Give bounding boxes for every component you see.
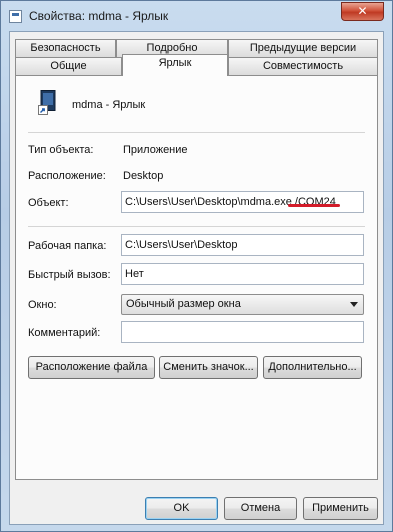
location-value: Desktop bbox=[123, 170, 164, 182]
run-label: Окно: bbox=[28, 299, 57, 311]
location-label: Расположение: bbox=[28, 170, 106, 182]
window-icon bbox=[9, 10, 22, 23]
target-label: Объект: bbox=[28, 197, 69, 209]
target-input[interactable]: C:\Users\User\Desktop\mdma.exe /COM24 bbox=[121, 191, 364, 213]
window-title: Свойства: mdma - Ярлык bbox=[29, 9, 169, 23]
properties-window: Свойства: mdma - Ярлык ✕ Безопасность По… bbox=[0, 0, 393, 532]
shortcut-tab-panel: mdma - Ярлык Тип объекта: Приложение Рас… bbox=[15, 75, 378, 480]
separator bbox=[28, 226, 365, 227]
hotkey-input[interactable]: Нет bbox=[121, 263, 364, 285]
shortcut-name: mdma - Ярлык bbox=[72, 99, 146, 111]
start-in-label: Рабочая папка: bbox=[28, 240, 107, 252]
object-type-label: Тип объекта: bbox=[28, 144, 94, 156]
tab-security[interactable]: Безопасность bbox=[15, 39, 116, 57]
separator bbox=[28, 132, 365, 133]
tab-compatibility[interactable]: Совместимость bbox=[228, 57, 378, 75]
dialog-client-area: Безопасность Подробно Предыдущие версии … bbox=[9, 31, 384, 525]
advanced-button[interactable]: Дополнительно... bbox=[263, 356, 362, 379]
hotkey-label: Быстрый вызов: bbox=[28, 269, 111, 281]
close-button[interactable]: ✕ bbox=[341, 2, 384, 21]
title-bar[interactable]: Свойства: mdma - Ярлык ✕ bbox=[1, 1, 392, 31]
run-select-value: Обычный размер окна bbox=[126, 298, 241, 310]
comment-input[interactable] bbox=[121, 321, 364, 343]
open-file-location-button[interactable]: Расположение файла bbox=[28, 356, 155, 379]
comment-label: Комментарий: bbox=[28, 327, 101, 339]
highlight-underline bbox=[288, 204, 340, 207]
shortcut-file-icon bbox=[38, 90, 56, 115]
cancel-button[interactable]: Отмена bbox=[224, 497, 297, 520]
tab-previous-versions[interactable]: Предыдущие версии bbox=[228, 39, 378, 57]
tab-general[interactable]: Общие bbox=[15, 57, 122, 75]
start-in-input[interactable]: C:\Users\User\Desktop bbox=[121, 234, 364, 256]
run-select[interactable]: Обычный размер окна bbox=[121, 294, 364, 315]
object-type-value: Приложение bbox=[123, 144, 188, 156]
change-icon-button[interactable]: Сменить значок... bbox=[159, 356, 258, 379]
apply-button[interactable]: Применить bbox=[303, 497, 378, 520]
tab-shortcut[interactable]: Ярлык bbox=[122, 54, 228, 76]
dropdown-arrow-icon[interactable] bbox=[350, 302, 358, 307]
ok-button[interactable]: OK bbox=[145, 497, 218, 520]
